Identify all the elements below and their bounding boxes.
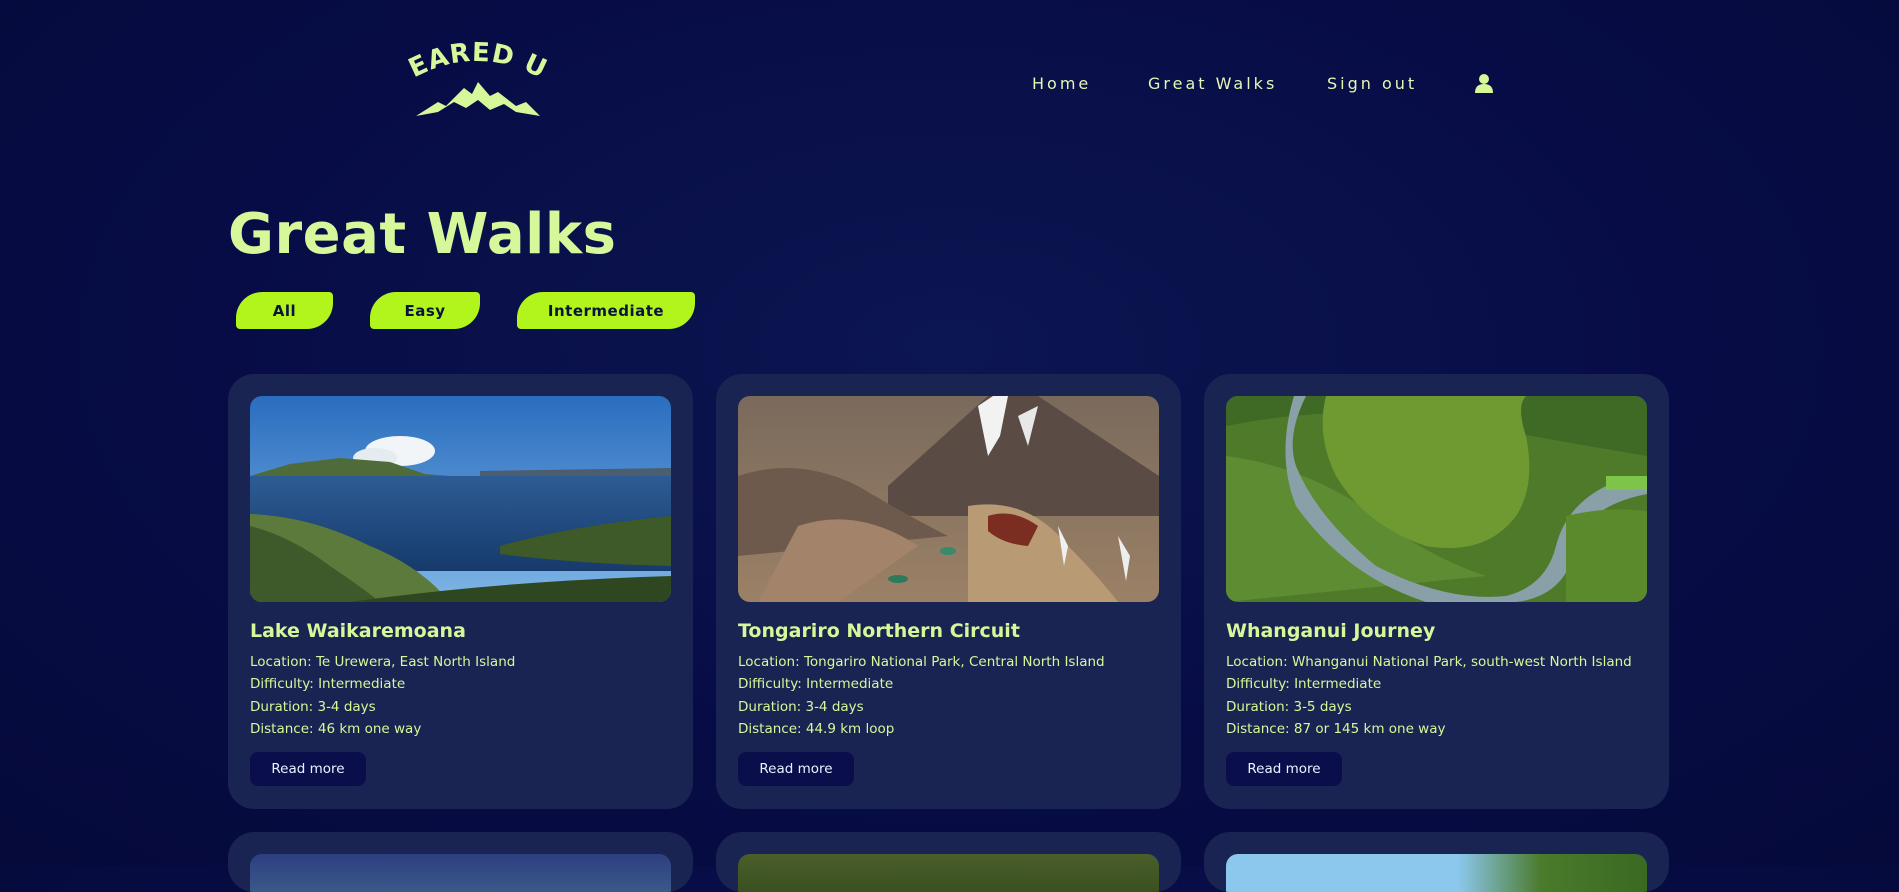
walk-distance: Distance: 87 or 145 km one way bbox=[1226, 721, 1446, 737]
mountain-icon bbox=[416, 82, 540, 116]
walk-image-tongariro bbox=[738, 396, 1159, 602]
walk-card-partial bbox=[1204, 832, 1669, 892]
walk-location: Location: Te Urewera, East North Island bbox=[250, 654, 516, 670]
geared-up-logo[interactable]: GEARED UP bbox=[402, 40, 552, 122]
site-header: GEARED UP Home Great Walks Sign out bbox=[0, 0, 1899, 150]
walk-title: Lake Waikaremoana bbox=[250, 620, 466, 642]
filter-easy[interactable]: Easy bbox=[370, 292, 480, 329]
walk-image-partial bbox=[250, 854, 671, 892]
filter-all[interactable]: All bbox=[236, 292, 333, 329]
walk-image-partial bbox=[738, 854, 1159, 892]
walk-card: Tongariro Northern Circuit Location: Ton… bbox=[716, 374, 1181, 809]
walk-difficulty: Difficulty: Intermediate bbox=[738, 676, 894, 692]
walk-image-lake bbox=[250, 396, 671, 602]
walk-duration: Duration: 3-4 days bbox=[250, 699, 376, 715]
walk-location: Location: Tongariro National Park, Centr… bbox=[738, 654, 1105, 670]
walk-image-partial bbox=[1226, 854, 1647, 892]
logo-wordmark: GEARED UP bbox=[402, 40, 552, 84]
walk-duration: Duration: 3-4 days bbox=[738, 699, 864, 715]
user-icon[interactable] bbox=[1473, 72, 1495, 94]
walk-difficulty: Difficulty: Intermediate bbox=[1226, 676, 1382, 692]
nav-home[interactable]: Home bbox=[1032, 74, 1091, 93]
walk-distance: Distance: 44.9 km loop bbox=[738, 721, 895, 737]
svg-text:GEARED UP: GEARED UP bbox=[402, 40, 552, 84]
page-title: Great Walks bbox=[228, 202, 617, 267]
walk-distance: Distance: 46 km one way bbox=[250, 721, 422, 737]
read-more-button[interactable]: Read more bbox=[738, 752, 854, 786]
walk-card: Whanganui Journey Location: Whanganui Na… bbox=[1204, 374, 1669, 809]
walk-card-partial bbox=[716, 832, 1181, 892]
walk-difficulty: Difficulty: Intermediate bbox=[250, 676, 406, 692]
walk-location: Location: Whanganui National Park, south… bbox=[1226, 654, 1632, 670]
walk-duration: Duration: 3-5 days bbox=[1226, 699, 1352, 715]
read-more-button[interactable]: Read more bbox=[1226, 752, 1342, 786]
filter-intermediate[interactable]: Intermediate bbox=[517, 292, 695, 329]
walk-card: Lake Waikaremoana Location: Te Urewera, … bbox=[228, 374, 693, 809]
read-more-button[interactable]: Read more bbox=[250, 752, 366, 786]
walk-card-partial bbox=[228, 832, 693, 892]
nav-sign-out[interactable]: Sign out bbox=[1327, 74, 1417, 93]
walk-title: Whanganui Journey bbox=[1226, 620, 1436, 642]
walk-title: Tongariro Northern Circuit bbox=[738, 620, 1020, 642]
nav-great-walks[interactable]: Great Walks bbox=[1148, 74, 1277, 93]
walk-image-whanganui bbox=[1226, 396, 1647, 602]
